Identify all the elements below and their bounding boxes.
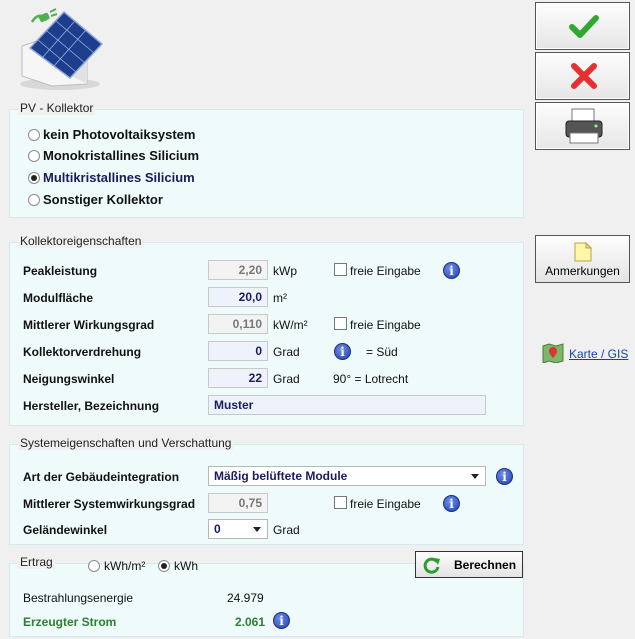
note-icon	[574, 242, 592, 262]
radio-label-kwh-per-m2[interactable]: kWh/m²	[104, 559, 145, 573]
ok-button[interactable]	[535, 2, 630, 50]
eff-label: Mittlerer Wirkungsgrad	[23, 318, 155, 332]
green-check-icon	[569, 15, 599, 38]
eff-free-label[interactable]: freie Eingabe	[350, 318, 421, 332]
tilt-field[interactable]: 22	[208, 368, 268, 388]
radio-label-mono[interactable]: Monokristallines Silicium	[43, 148, 199, 163]
integration-select[interactable]: Mäßig belüftete Module	[208, 466, 486, 486]
maker-field[interactable]: Muster	[208, 395, 486, 415]
info-icon[interactable]: i	[443, 495, 460, 512]
eff-unit: kW/m²	[273, 318, 308, 332]
radio-label-sonstiger[interactable]: Sonstiger Kollektor	[43, 192, 163, 207]
rotation-field[interactable]: 0	[208, 341, 268, 361]
pv-kollektor-group: PV - Kollektor kein Photovoltaiksystem M…	[9, 101, 524, 218]
notes-button[interactable]: Anmerkungen	[535, 235, 630, 283]
calculate-label: Berechnen	[454, 558, 517, 572]
cancel-button[interactable]	[535, 52, 630, 100]
integration-label: Art der Gebäudeintegration	[23, 470, 180, 484]
peak-unit: kWp	[273, 264, 297, 278]
notes-label: Anmerkungen	[545, 264, 620, 278]
radio-mono[interactable]	[28, 150, 40, 162]
syseff-label: Mittlerer Systemwirkungsgrad	[23, 497, 196, 511]
syseff-field[interactable]: 0,75	[208, 493, 268, 513]
radio-multi[interactable]	[28, 172, 40, 184]
peak-free-checkbox[interactable]	[334, 263, 347, 276]
radio-label-kwh[interactable]: kWh	[174, 559, 198, 573]
tilt-label: Neigungswinkel	[23, 372, 115, 386]
peak-field[interactable]: 2,20	[208, 260, 268, 280]
radio-kwh[interactable]	[158, 560, 170, 572]
area-field[interactable]: 20,0	[208, 287, 268, 307]
kollektor-legend: Kollektoreigenschaften	[18, 234, 144, 248]
maker-label: Hersteller, Bezeichnung	[23, 399, 160, 413]
chevron-down-icon	[253, 527, 261, 532]
radio-label-multi[interactable]: Multikristallines Silicium	[43, 170, 195, 185]
printer-icon	[565, 108, 603, 144]
calculate-button[interactable]: Berechnen	[415, 551, 523, 578]
info-icon[interactable]: i	[273, 612, 290, 629]
tilt-unit: Grad	[273, 372, 300, 386]
peak-free-label[interactable]: freie Eingabe	[350, 264, 421, 278]
power-label: Erzeugter Strom	[23, 615, 117, 629]
irradiation-value: 24.979	[227, 591, 264, 605]
terrain-label: Geländewinkel	[23, 523, 108, 537]
tilt-hint: 90° = Lotrecht	[333, 372, 409, 386]
info-icon[interactable]: i	[443, 262, 460, 279]
terrain-select[interactable]: 0	[208, 519, 268, 539]
refresh-icon	[423, 557, 440, 574]
radio-sonstiger[interactable]	[28, 194, 40, 206]
area-unit: m²	[273, 291, 287, 305]
syseff-free-label[interactable]: freie Eingabe	[350, 497, 421, 511]
pv-kollektor-legend: PV - Kollektor	[18, 101, 96, 115]
eff-field[interactable]: 0,110	[208, 314, 268, 334]
rotation-label: Kollektorverdrehung	[23, 345, 142, 359]
red-x-icon	[571, 63, 597, 89]
rotation-hint: = Süd	[366, 345, 398, 359]
solar-house-logo	[12, 6, 107, 91]
irradiation-label: Bestrahlungsenergie	[23, 591, 134, 605]
kollektor-group: Kollektoreigenschaften Peakleistung 2,20…	[9, 234, 524, 426]
info-icon[interactable]: i	[334, 343, 351, 360]
system-legend: Systemeigenschaften und Verschattung	[18, 436, 234, 450]
print-button[interactable]	[535, 102, 630, 150]
syseff-free-checkbox[interactable]	[334, 496, 347, 509]
peak-label: Peakleistung	[23, 264, 98, 278]
power-value: 2.061	[235, 615, 266, 629]
terrain-unit: Grad	[273, 523, 300, 537]
info-icon[interactable]: i	[496, 468, 513, 485]
eff-free-checkbox[interactable]	[334, 317, 347, 330]
map-gis-link[interactable]: Karte / GIS	[569, 347, 628, 361]
map-icon[interactable]	[542, 343, 564, 363]
radio-label-kein-pv[interactable]: kein Photovoltaiksystem	[43, 127, 195, 142]
ertrag-legend: Ertrag	[18, 555, 55, 569]
terrain-value: 0	[214, 522, 221, 536]
system-group: Systemeigenschaften und Verschattung Art…	[9, 436, 524, 545]
chevron-down-icon	[471, 474, 479, 479]
integration-value: Mäßig belüftete Module	[214, 469, 348, 483]
rotation-unit: Grad	[273, 345, 300, 359]
area-label: Modulfläche	[23, 291, 94, 305]
radio-kwh-per-m2[interactable]	[88, 560, 100, 572]
radio-kein-pv[interactable]	[28, 129, 40, 141]
